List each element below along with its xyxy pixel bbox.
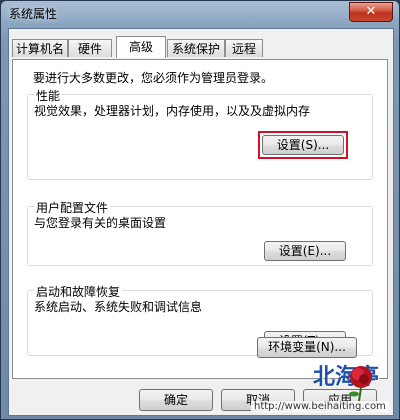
rose-icon [349,366,372,401]
performance-settings-button[interactable]: 设置(S)... [262,135,344,155]
user-profiles-settings-button[interactable]: 设置(E)... [264,241,346,261]
user-profiles-description: 与您登录有关的桌面设置 [34,216,167,230]
startup-recovery-description: 系统启动、系统失败和调试信息 [34,300,203,314]
user-profiles-group: 用户配置文件 与您登录有关的桌面设置 设置(E)... [27,199,373,266]
tab-system-protection[interactable]: 系统保护 [167,39,225,57]
admin-notice: 要进行大多数更改，您必须作为管理员登录。 [33,71,274,85]
close-button[interactable]: ✕ [349,2,393,22]
advanced-tab-panel: 要进行大多数更改，您必须作为管理员登录。 性能 视觉效果，处理器计划，内存使用，… [12,59,388,379]
ok-button[interactable]: 确定 [139,389,213,411]
dialog-client-area: 计算机名 硬件 高级 系统保护 远程 要进行大多数更改，您必须作为管理员登录。 … [8,28,394,416]
tab-computer-name[interactable]: 计算机名 [12,39,68,57]
watermark-url: http://www.beihaiting.com [251,401,389,412]
performance-description: 视觉效果，处理器计划，内存使用，以及及虚拟内存 [34,104,311,118]
tab-remote[interactable]: 远程 [225,39,263,57]
tab-hardware[interactable]: 硬件 [68,39,112,57]
title-bar[interactable]: 系统属性 ✕ [1,1,399,27]
system-properties-window: 系统属性 ✕ 计算机名 硬件 高级 系统保护 远程 要进行大多数更改，您必须作为… [0,0,400,420]
tab-advanced[interactable]: 高级 [116,36,166,58]
performance-group: 性能 视觉效果，处理器计划，内存使用，以及及虚拟内存 设置(S)... [27,87,373,180]
environment-variables-button[interactable]: 环境变量(N)... [257,337,357,358]
window-title: 系统属性 [9,7,58,21]
